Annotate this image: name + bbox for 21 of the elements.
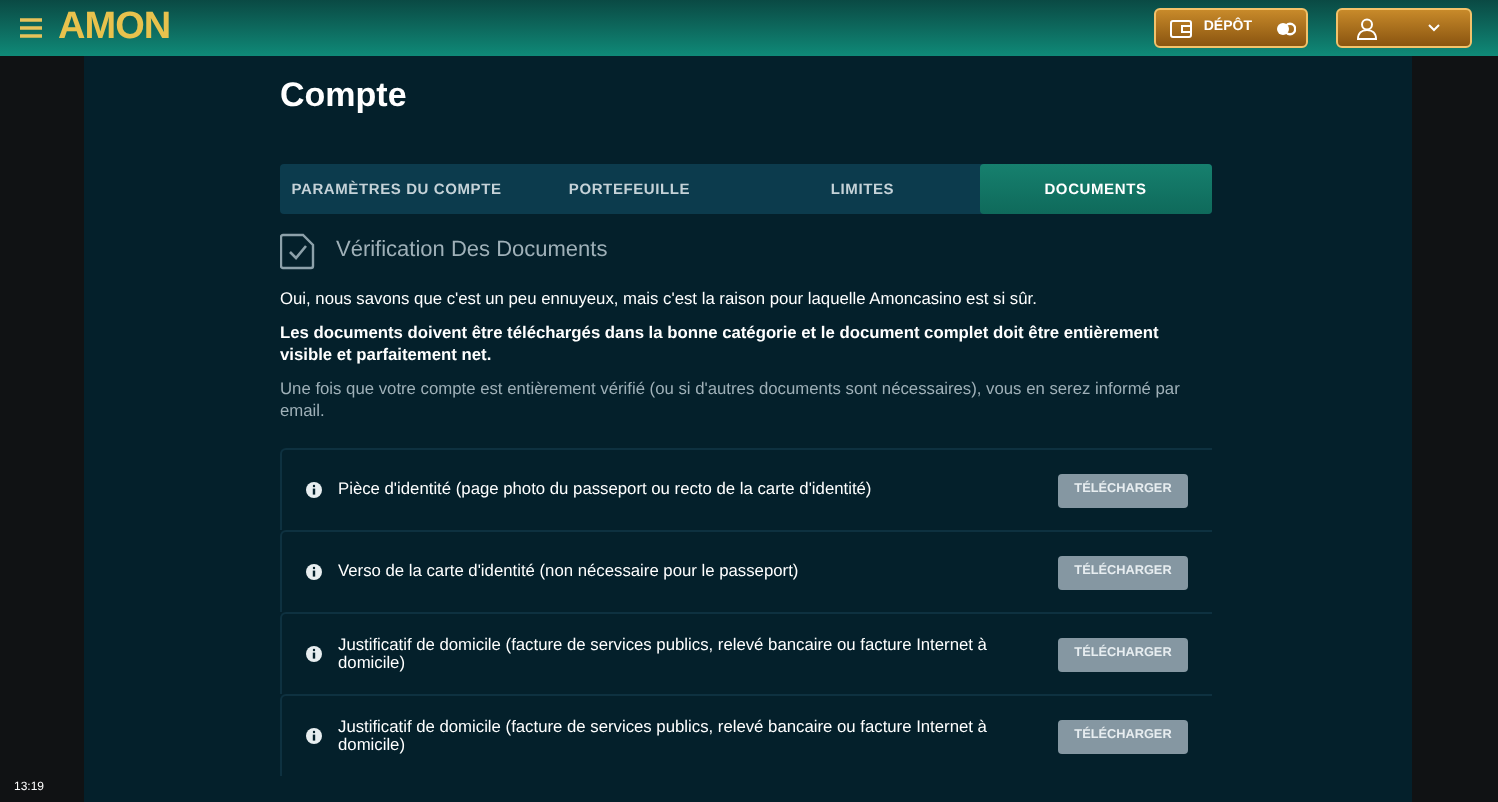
logo[interactable]: AMON [58, 0, 171, 57]
chevron-down-icon [1428, 24, 1440, 32]
info-icon [306, 482, 322, 498]
info-icon [306, 646, 322, 662]
user-icon [1356, 17, 1378, 39]
document-label: Pièce d'identité (page photo du passeport ou recto de la carte d'identité) [338, 480, 874, 500]
info-icon [306, 728, 322, 744]
coins-icon[interactable] [1276, 21, 1296, 35]
page-title: Compte [280, 76, 409, 116]
account-button[interactable] [1336, 8, 1472, 48]
document-label: Justificatif de domicile (facture de services publics, relevé bancaire ou facture Internet à domicile) [338, 717, 989, 755]
paragraph: Les documents doivent être téléchargés dans la bonne catégorie et le document complet doit être entièrement visible et parfaitement net. [280, 322, 1161, 366]
paragraph: Oui, nous savons que c'est un peu ennuyeux, mais c'est la raison pour laquelle Amoncasino est si sûr. [280, 288, 1039, 310]
section-title: Vérification Des Documents [336, 236, 608, 267]
info-icon [306, 564, 322, 580]
document-check-icon [280, 232, 316, 270]
paragraph: Une fois que votre compte est entièrement vérifié (ou si d'autres documents sont nécessaires), vous en serez informé par email. [280, 378, 1182, 422]
document-label: Verso de la carte d'identité (non nécessaire pour le passeport) [338, 562, 801, 582]
wallet-icon [1169, 19, 1192, 37]
menu-icon[interactable] [20, 18, 42, 38]
document-label: Justificatif de domicile (facture de services publics, relevé bancaire ou facture Internet à domicile) [338, 635, 989, 673]
